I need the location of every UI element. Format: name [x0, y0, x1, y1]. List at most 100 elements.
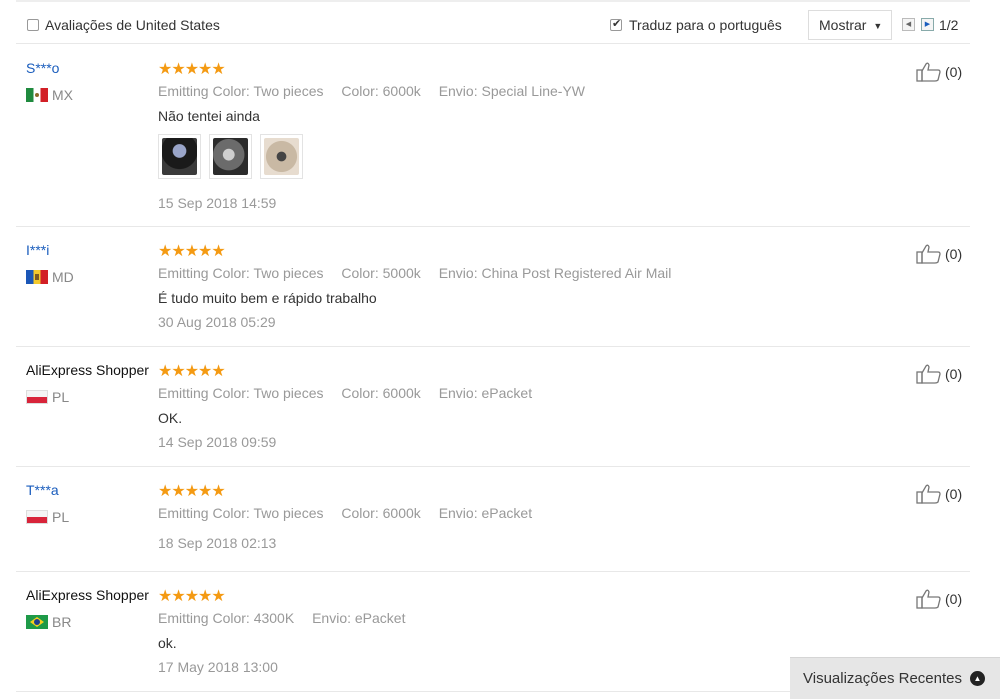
attr-value: 6000k: [382, 385, 421, 401]
review-date: 30 Aug 2018 05:29: [158, 314, 276, 330]
attr-key: Color:: [341, 265, 379, 281]
country-filter-checkbox[interactable]: [27, 19, 39, 31]
helpful-count: (0): [945, 591, 963, 607]
mexico-flag-icon: [26, 88, 48, 102]
review-photos: [158, 134, 303, 179]
top-divider: [16, 0, 970, 2]
reviewer-country: PL: [26, 389, 69, 405]
prev-page-button[interactable]: ◀: [902, 18, 915, 31]
sort-dropdown-label: Mostrar: [819, 17, 867, 33]
attr-key: Envio:: [438, 265, 478, 281]
review-comment: É tudo muito bem e rápido trabalho: [158, 290, 377, 306]
review-photo-thumbnail[interactable]: [209, 134, 252, 179]
next-page-button[interactable]: ▶: [921, 18, 934, 31]
helpful-button[interactable]: (0): [916, 244, 962, 264]
review-date: 17 May 2018 13:00: [158, 659, 278, 675]
review-item: S***o MX ★★★★★ Emitting Color: Two piece…: [16, 45, 970, 227]
country-code: PL: [52, 509, 70, 525]
attr-key: Emitting Color:: [158, 265, 250, 281]
attr-value: Two pieces: [253, 83, 324, 99]
attr-value: ePacket: [481, 505, 533, 521]
star-rating: ★★★★★: [158, 588, 226, 605]
reviewer-country: MX: [26, 87, 73, 103]
attr-value: ePacket: [354, 610, 406, 626]
reviewer-name[interactable]: I***i: [26, 242, 49, 258]
country-code: BR: [52, 614, 72, 630]
star-rating: ★★★★★: [158, 61, 226, 78]
attr-value: Two pieces: [253, 385, 324, 401]
helpful-button[interactable]: (0): [916, 364, 962, 384]
review-attributes: Emitting Color: Two pieces Color: 6000k …: [158, 505, 546, 521]
review-photo-thumbnail[interactable]: [260, 134, 303, 179]
recently-viewed-label: Visualizações Recentes: [803, 670, 962, 687]
sort-dropdown[interactable]: Mostrar ▼: [808, 10, 892, 40]
thumbs-up-icon: [916, 62, 941, 82]
review-photo-thumbnail[interactable]: [158, 134, 201, 179]
country-filter-label[interactable]: Avaliações de United States: [45, 17, 220, 33]
attr-key: Emitting Color:: [158, 83, 250, 99]
star-rating: ★★★★★: [158, 363, 226, 380]
attr-key: Envio:: [438, 83, 478, 99]
attr-value: 4300K: [253, 610, 295, 626]
helpful-count: (0): [945, 246, 963, 262]
review-date: 18 Sep 2018 02:13: [158, 535, 277, 551]
translate-label[interactable]: Traduz para o português: [629, 17, 782, 33]
reviews-panel: Avaliações de United States Traduz para …: [16, 0, 970, 699]
reviewer-name: AliExpress Shopper: [26, 362, 149, 378]
page-indicator: 1/2: [939, 17, 959, 33]
attr-key: Envio:: [438, 505, 478, 521]
attr-key: Color:: [341, 385, 379, 401]
helpful-button[interactable]: (0): [916, 62, 962, 82]
translate-checkbox[interactable]: [610, 17, 622, 31]
poland-flag-icon: [26, 390, 48, 404]
review-comment: OK.: [158, 410, 183, 426]
attr-value: 5000k: [382, 265, 421, 281]
star-rating: ★★★★★: [158, 483, 226, 500]
chevron-down-icon: ▼: [873, 21, 883, 31]
attr-value: Two pieces: [253, 265, 324, 281]
attr-value: 6000k: [382, 83, 421, 99]
chevron-up-circle-icon: ▲: [970, 671, 985, 686]
country-code: MD: [52, 269, 74, 285]
country-code: PL: [52, 389, 70, 405]
thumbs-up-icon: [916, 364, 941, 384]
attr-key: Emitting Color:: [158, 610, 250, 626]
moldova-flag-icon: [26, 270, 48, 284]
attr-key: Envio:: [312, 610, 351, 626]
review-date: 15 Sep 2018 14:59: [158, 195, 277, 211]
review-comment: Não tentei ainda: [158, 108, 260, 124]
reviewer-name[interactable]: T***a: [26, 482, 59, 498]
reviewer-country: MD: [26, 269, 74, 285]
helpful-button[interactable]: (0): [916, 484, 962, 504]
attr-key: Color:: [341, 83, 379, 99]
reviewer-country: PL: [26, 509, 69, 525]
attr-value: Two pieces: [253, 505, 324, 521]
attr-key: Emitting Color:: [158, 385, 250, 401]
review-date: 14 Sep 2018 09:59: [158, 434, 277, 450]
attr-key: Emitting Color:: [158, 505, 250, 521]
attr-value: Special Line-YW: [481, 83, 586, 99]
thumbs-up-icon: [916, 484, 941, 504]
attr-value: 6000k: [382, 505, 421, 521]
thumbs-up-icon: [916, 589, 941, 609]
review-attributes: Emitting Color: Two pieces Color: 6000k …: [158, 385, 546, 401]
review-item: T***a PL ★★★★★ Emitting Color: Two piece…: [16, 467, 970, 572]
star-rating: ★★★★★: [158, 243, 226, 260]
brazil-flag-icon: [26, 615, 48, 629]
recently-viewed-tab[interactable]: Visualizações Recentes ▲: [790, 657, 1000, 699]
reviewer-name[interactable]: S***o: [26, 60, 59, 76]
attr-key: Envio:: [438, 385, 478, 401]
helpful-button[interactable]: (0): [916, 589, 962, 609]
attr-value: China Post Registered Air Mail: [481, 265, 672, 281]
attr-key: Color:: [341, 505, 379, 521]
review-filter-bar: Avaliações de United States Traduz para …: [16, 8, 970, 44]
country-code: MX: [52, 87, 73, 103]
review-comment: ok.: [158, 635, 177, 651]
helpful-count: (0): [945, 64, 963, 80]
review-attributes: Emitting Color: Two pieces Color: 6000k …: [158, 83, 599, 99]
review-item: AliExpress Shopper PL ★★★★★ Emitting Col…: [16, 347, 970, 467]
reviewer-country: BR: [26, 614, 71, 630]
helpful-count: (0): [945, 486, 963, 502]
review-attributes: Emitting Color: Two pieces Color: 5000k …: [158, 265, 685, 281]
review-attributes: Emitting Color: 4300K Envio: ePacket: [158, 610, 419, 626]
